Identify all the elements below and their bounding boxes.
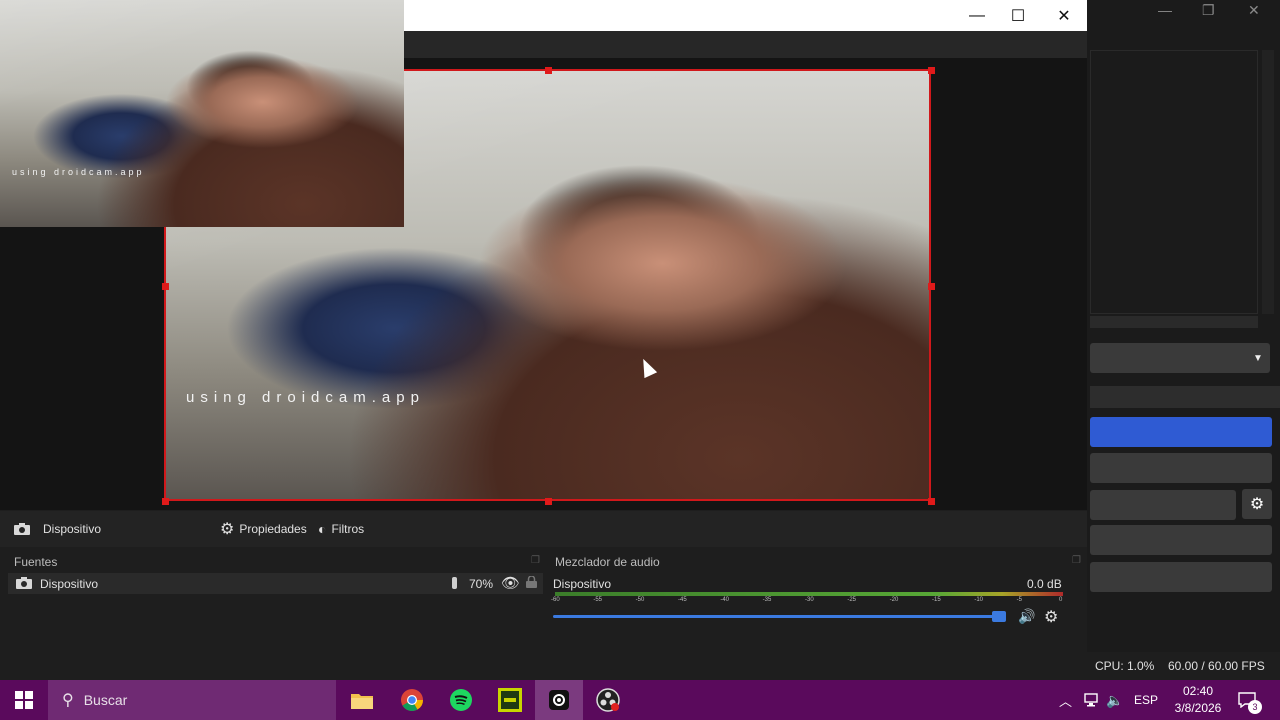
droidcam-watermark-small: using droidcam.app bbox=[12, 167, 145, 177]
notification-count-badge: 3 bbox=[1248, 700, 1262, 714]
volume-meter bbox=[555, 592, 1063, 596]
resize-handle[interactable] bbox=[928, 498, 935, 505]
meter-tick-label: -10 bbox=[974, 597, 983, 603]
gear-icon[interactable]: ⚙ bbox=[1242, 489, 1272, 519]
close-button[interactable]: ✕ bbox=[1041, 0, 1087, 31]
meter-tick-label: -35 bbox=[762, 597, 772, 603]
speaker-icon[interactable]: 🔊 bbox=[1018, 608, 1035, 625]
mixer-title: Mezclador de audio bbox=[555, 555, 660, 569]
language-indicator[interactable]: ESP bbox=[1134, 680, 1158, 720]
gear-icon: ⚙ bbox=[220, 521, 235, 538]
mixer-channel-level: 0.0 dB bbox=[1027, 577, 1062, 591]
right-dock-button[interactable] bbox=[1090, 525, 1272, 555]
lock-icon[interactable] bbox=[526, 575, 537, 588]
chrome-icon[interactable] bbox=[388, 680, 436, 720]
opacity-bar-icon bbox=[452, 577, 457, 589]
network-icon[interactable] bbox=[1083, 680, 1099, 720]
right-dock-header bbox=[1090, 386, 1280, 408]
right-dock-button[interactable] bbox=[1090, 490, 1236, 520]
undock-icon[interactable]: ❐ bbox=[1072, 555, 1081, 566]
meter-tick-label: -25 bbox=[847, 597, 856, 603]
chevron-down-icon[interactable]: ▼ bbox=[1246, 343, 1270, 373]
source-name: Dispositivo bbox=[40, 577, 99, 591]
meter-tick-label: -15 bbox=[932, 597, 941, 603]
filters-label: Filtros bbox=[331, 522, 365, 536]
mixer-channel-name: Dispositivo bbox=[553, 577, 612, 591]
context-source: Dispositivo bbox=[14, 519, 101, 539]
obs-icon[interactable] bbox=[584, 680, 632, 720]
search-icon: ⚲ bbox=[62, 692, 74, 709]
pes-game-icon[interactable] bbox=[486, 680, 534, 720]
eye-icon[interactable]: 👁 bbox=[501, 574, 520, 592]
clock-time: 02:40 bbox=[1182, 684, 1214, 698]
resize-handle[interactable] bbox=[162, 498, 169, 505]
meter-tick-label: -40 bbox=[720, 597, 729, 603]
volume-slider[interactable] bbox=[553, 615, 1002, 618]
right-dock-active-button[interactable] bbox=[1090, 417, 1272, 447]
source-opacity: 70% bbox=[469, 577, 494, 591]
gear-icon[interactable]: ⚙ bbox=[1044, 607, 1058, 627]
clock-date: 3/8/2026 bbox=[1174, 701, 1222, 715]
undock-icon[interactable]: ❐ bbox=[531, 555, 540, 566]
sources-dock bbox=[0, 549, 546, 680]
meter-tick-label: 0 bbox=[1059, 597, 1063, 603]
meter-tick-label: -50 bbox=[635, 597, 645, 603]
meter-tick-label: -5 bbox=[1016, 597, 1022, 603]
search-placeholder: Buscar bbox=[83, 692, 128, 708]
menu-bar bbox=[404, 31, 1087, 58]
bg-restore-button[interactable]: ❐ bbox=[1202, 2, 1215, 19]
taskbar-search[interactable]: ⚲ Buscar bbox=[48, 680, 336, 720]
right-dock-button[interactable] bbox=[1090, 453, 1272, 483]
cpu-usage: CPU: 1.0% bbox=[1095, 659, 1155, 673]
chevron-up-icon[interactable]: ︿ bbox=[1059, 680, 1072, 720]
window-titlebar: — ☐ ✕ bbox=[404, 0, 1087, 31]
right-dock-panel bbox=[1090, 50, 1258, 314]
source-context-bar bbox=[0, 511, 1087, 547]
resize-handle[interactable] bbox=[545, 67, 552, 74]
camera-icon bbox=[14, 523, 30, 535]
windows-logo-icon bbox=[15, 691, 33, 709]
clock[interactable]: 02:40 3/8/2026 bbox=[1166, 680, 1230, 720]
file-explorer-icon[interactable] bbox=[338, 680, 386, 720]
resize-handle[interactable] bbox=[928, 67, 935, 74]
properties-button[interactable]: ⚙ Propiedades bbox=[220, 519, 307, 539]
context-source-name: Dispositivo bbox=[43, 522, 102, 536]
bg-close-button[interactable]: ✕ bbox=[1248, 2, 1260, 19]
droidcam-icon[interactable] bbox=[535, 680, 583, 720]
meter-tick-label: -45 bbox=[678, 597, 687, 603]
volume-slider-knob[interactable] bbox=[992, 611, 1006, 622]
right-dock-button[interactable] bbox=[1090, 562, 1272, 592]
camera-icon bbox=[16, 577, 32, 589]
meter-tick-label: -20 bbox=[889, 597, 899, 603]
meter-tick-label: -55 bbox=[593, 597, 602, 603]
meter-tick-label: -60 bbox=[551, 597, 560, 603]
resize-handle[interactable] bbox=[545, 498, 552, 505]
spotify-icon[interactable] bbox=[437, 680, 485, 720]
properties-label: Propiedades bbox=[239, 522, 307, 536]
windows-start-button[interactable] bbox=[0, 680, 48, 720]
bg-minimize-button[interactable]: — bbox=[1158, 2, 1172, 18]
meter-tick-label: -30 bbox=[805, 597, 814, 603]
camera-preview-window bbox=[0, 0, 404, 227]
minimize-button[interactable]: — bbox=[954, 0, 1000, 31]
sources-title: Fuentes bbox=[14, 555, 58, 569]
volume-icon[interactable]: 🔈 bbox=[1106, 680, 1123, 720]
filters-button[interactable]: ◐ Filtros bbox=[318, 519, 364, 539]
resize-handle[interactable] bbox=[928, 283, 935, 290]
right-dock-dropdown[interactable] bbox=[1090, 343, 1270, 373]
right-dock-hscrollbar[interactable] bbox=[1090, 316, 1258, 328]
resize-handle[interactable] bbox=[162, 283, 169, 290]
filter-icon: ◐ bbox=[318, 521, 327, 537]
maximize-button[interactable]: ☐ bbox=[995, 0, 1041, 31]
right-dock-scrollbar[interactable] bbox=[1262, 50, 1274, 314]
fps-readout: 60.00 / 60.00 FPS bbox=[1168, 659, 1265, 673]
